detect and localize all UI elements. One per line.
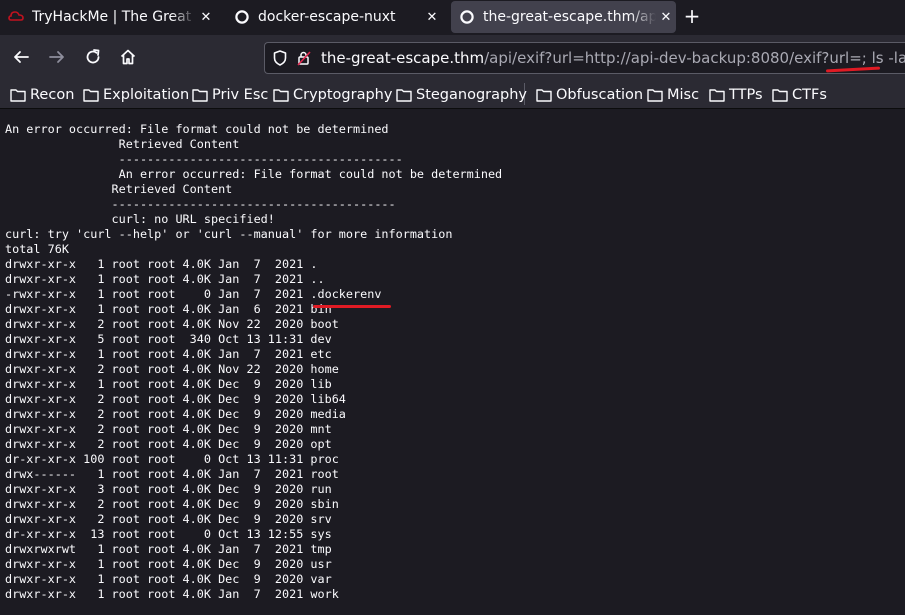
output-line: An error occurred: File format could not…: [5, 167, 503, 181]
output-line: drwxr-xr-x 2 root root 4.0K Nov 22 2020 …: [5, 317, 339, 331]
output-line: drwxr-xr-x 2 root root 4.0K Dec 9 2020 s…: [5, 512, 332, 526]
output-line: Retrieved Content: [5, 137, 240, 151]
output-line: drwxr-xr-x 2 root root 4.0K Dec 9 2020 m…: [5, 407, 346, 421]
output-line: drwxr-xr-x 1 root root 4.0K Dec 9 2020 u…: [5, 557, 332, 571]
folder-icon: [192, 89, 208, 102]
output-line: dr-xr-xr-x 100 root root 0 Oct 13 11:31 …: [5, 452, 339, 466]
output-line: Retrieved Content: [5, 182, 233, 196]
output-line: dr-xr-xr-x 13 root root 0 Oct 13 12:55 s…: [5, 527, 332, 541]
forward-arrow-icon[interactable]: [45, 45, 69, 69]
bookmark-folder-ctfs[interactable]: CTFs: [772, 85, 827, 105]
output-line: curl: try 'curl --help' or 'curl --manua…: [5, 227, 453, 241]
tab-tryhackme[interactable]: TryHackMe | The Great Escape ✕: [4, 1, 216, 33]
folder-icon: [83, 89, 99, 102]
output-line: drwxr-xr-x 2 root root 4.0K Dec 9 2020 o…: [5, 437, 332, 451]
bookmark-folder-priv-esc[interactable]: Priv Esc: [192, 85, 268, 105]
bookmark-label: Exploitation: [103, 87, 190, 103]
back-arrow-icon[interactable]: [9, 45, 33, 69]
output-line: drwxr-xr-x 2 root root 4.0K Nov 22 2020 …: [5, 362, 339, 376]
folder-icon: [10, 89, 26, 102]
output-line: An error occurred: File format could not…: [5, 122, 389, 136]
bookmark-label: Cryptography: [293, 87, 393, 103]
output-line: ----------------------------------------: [5, 152, 403, 166]
globe-icon: [234, 9, 250, 25]
tab-title: TryHackMe | The Great Escape: [32, 9, 196, 25]
output-line: curl: no URL specified!: [5, 212, 275, 226]
bookmark-folder-obfuscation[interactable]: Obfuscation: [536, 85, 643, 105]
tab-docker-escape-nuxt[interactable]: docker-escape-nuxt ✕: [228, 1, 442, 33]
output-line: drwxr-xr-x 1 root root 4.0K Jan 7 2021 .: [5, 257, 318, 271]
url-host: the-great-escape.thm: [321, 49, 485, 67]
tab-strip: TryHackMe | The Great Escape ✕ docker-es…: [0, 0, 905, 35]
bookmark-label: Recon: [30, 87, 75, 103]
globe-icon: [459, 9, 475, 25]
command-output: An error occurred: File format could not…: [5, 122, 502, 602]
output-line: drwxr-xr-x 5 root root 340 Oct 13 11:31 …: [5, 332, 332, 346]
output-line: drwxr-xr-x 1 root root 4.0K Jan 7 2021 w…: [5, 587, 339, 601]
bookmark-label: TTPs: [729, 87, 763, 103]
folder-icon: [396, 89, 412, 102]
output-line: drwxr-xr-x 2 root root 4.0K Dec 9 2020 l…: [5, 392, 346, 406]
tab-exif-api[interactable]: the-great-escape.thm/api/exif?url= ✕: [451, 1, 676, 33]
home-icon[interactable]: [116, 45, 140, 69]
folder-icon: [647, 89, 663, 102]
bookmark-folder-misc[interactable]: Misc: [647, 85, 699, 105]
bookmark-label: Steganography: [416, 87, 527, 103]
output-line: drwxr-xr-x 1 root root 4.0K Jan 7 2021 .…: [5, 272, 325, 286]
output-line: drwxr-xr-x 2 root root 4.0K Dec 9 2020 s…: [5, 497, 339, 511]
folder-icon: [709, 89, 725, 102]
output-line: drwxr-xr-x 1 root root 4.0K Dec 9 2020 l…: [5, 377, 332, 391]
output-line: drwxr-xr-x 2 root root 4.0K Dec 9 2020 m…: [5, 422, 332, 436]
output-line: drwxr-xr-x 1 root root 4.0K Dec 9 2020 v…: [5, 572, 332, 586]
folder-icon: [772, 89, 788, 102]
output-line: drwxrwxrwt 1 root root 4.0K Jan 7 2021 t…: [5, 542, 332, 556]
tryhackme-icon: [8, 9, 24, 25]
tracking-protection-shield-icon[interactable]: [273, 49, 287, 67]
tab-title: the-great-escape.thm/api/exif?url=: [483, 9, 656, 25]
output-line: drwxr-xr-x 3 root root 4.0K Dec 9 2020 r…: [5, 482, 332, 496]
output-line: total 76K: [5, 242, 69, 256]
output-line: -rwxr-xr-x 1 root root 0 Jan 7 2021 .doc…: [5, 287, 382, 301]
bookmark-label: Priv Esc: [212, 87, 269, 103]
insecure-lock-icon[interactable]: [296, 49, 312, 67]
new-tab-plus-icon[interactable]: +: [680, 5, 704, 29]
close-tab-icon[interactable]: ✕: [196, 10, 216, 25]
reload-icon[interactable]: [81, 45, 105, 69]
close-tab-icon[interactable]: ✕: [422, 10, 442, 25]
output-line: drwxr-xr-x 1 root root 4.0K Jan 6 2021 b…: [5, 302, 332, 316]
bookmark-folder-steganography[interactable]: Steganography: [396, 85, 527, 105]
output-line: drwxr-xr-x 1 root root 4.0K Jan 7 2021 e…: [5, 347, 332, 361]
bookmark-folder-ttps[interactable]: TTPs: [709, 85, 763, 105]
folder-icon: [273, 89, 289, 102]
bookmark-folder-exploitation[interactable]: Exploitation: [83, 85, 189, 105]
tab-title: docker-escape-nuxt: [258, 9, 396, 25]
bookmark-label: Obfuscation: [556, 87, 644, 103]
address-bar[interactable]: the-great-escape.thm/api/exif?url=http:/…: [264, 42, 905, 74]
close-tab-icon[interactable]: ✕: [656, 10, 676, 25]
url-path: /api/exif?url=http://api-dev-backup:8080…: [484, 49, 905, 67]
url-text: the-great-escape.thm/api/exif?url=http:/…: [321, 49, 905, 67]
bookmark-folder-cryptography[interactable]: Cryptography: [273, 85, 392, 105]
folder-icon: [536, 89, 552, 102]
page-content: An error occurred: File format could not…: [0, 110, 905, 615]
bookmark-folder-recon[interactable]: Recon: [10, 85, 74, 105]
bookmark-label: CTFs: [792, 87, 827, 103]
output-line: ----------------------------------------: [5, 197, 396, 211]
red-annotation-underline-dockerenv: [313, 305, 391, 308]
bookmark-label: Misc: [667, 87, 700, 103]
output-line: drwx------ 1 root root 4.0K Jan 7 2021 r…: [5, 467, 339, 481]
